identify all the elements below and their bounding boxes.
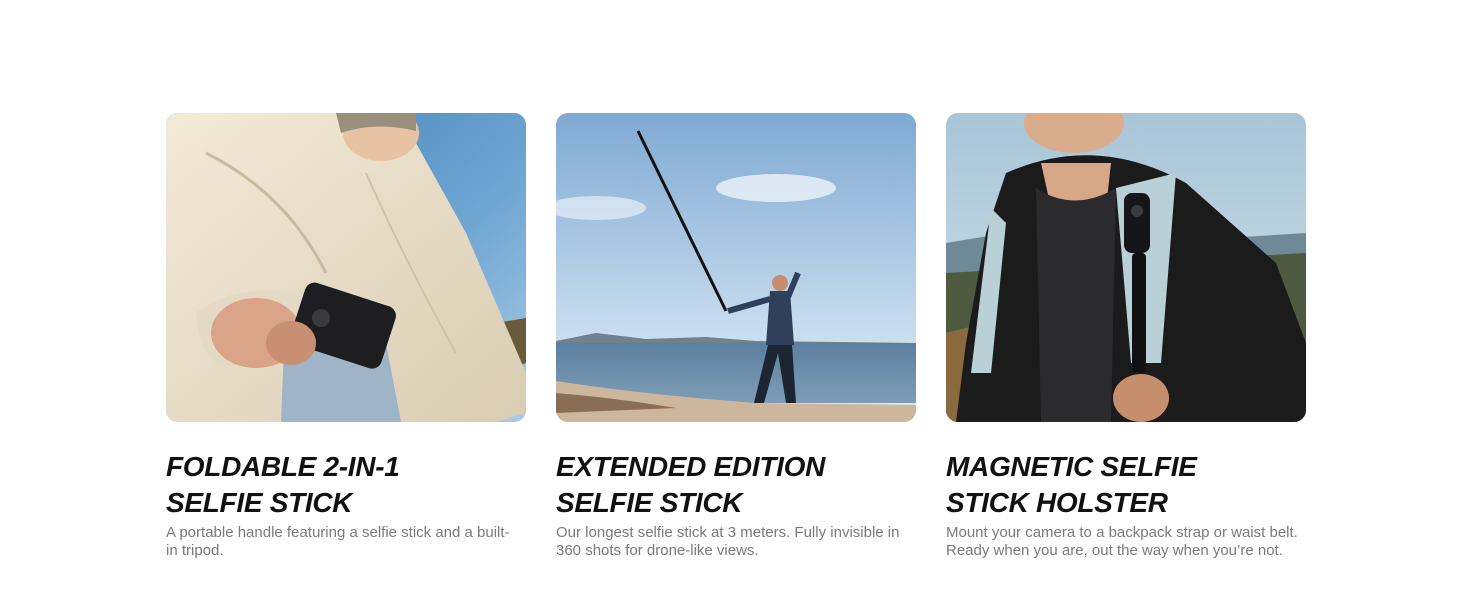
accessory-cards: FOLDABLE 2-IN-1 SELFIE STICK A portable … (166, 113, 1306, 560)
product-photo[interactable] (166, 113, 526, 422)
card-description: Our longest selfie stick at 3 meters. Fu… (556, 524, 900, 559)
card-description: A portable handle featuring a selfie sti… (166, 524, 510, 559)
card-title-line-2: SELFIE STICK (166, 487, 353, 518)
card-title: MAGNETIC SELFIE STICK HOLSTER (946, 449, 1306, 521)
card-title-line-2: STICK HOLSTER (946, 487, 1168, 518)
card-title: EXTENDED EDITION SELFIE STICK (556, 449, 916, 521)
accessories-section: FOLDABLE 2-IN-1 SELFIE STICK A portable … (0, 0, 1464, 600)
card-title-line-1: EXTENDED EDITION (556, 451, 826, 482)
accessory-card-foldable-selfie-stick[interactable]: FOLDABLE 2-IN-1 SELFIE STICK A portable … (166, 113, 526, 560)
product-photo[interactable] (946, 113, 1306, 422)
product-photo[interactable] (556, 113, 916, 422)
card-title-line-1: MAGNETIC SELFIE (946, 451, 1197, 482)
accessory-card-extended-selfie-stick[interactable]: EXTENDED EDITION SELFIE STICK Our longes… (556, 113, 916, 560)
accessory-card-magnetic-holster[interactable]: MAGNETIC SELFIE STICK HOLSTER Mount your… (946, 113, 1306, 560)
card-title-line-1: FOLDABLE 2-IN-1 (166, 451, 400, 482)
card-description: Mount your camera to a backpack strap or… (946, 524, 1298, 559)
card-title-line-2: SELFIE STICK (556, 487, 743, 518)
card-title: FOLDABLE 2-IN-1 SELFIE STICK (166, 449, 526, 521)
